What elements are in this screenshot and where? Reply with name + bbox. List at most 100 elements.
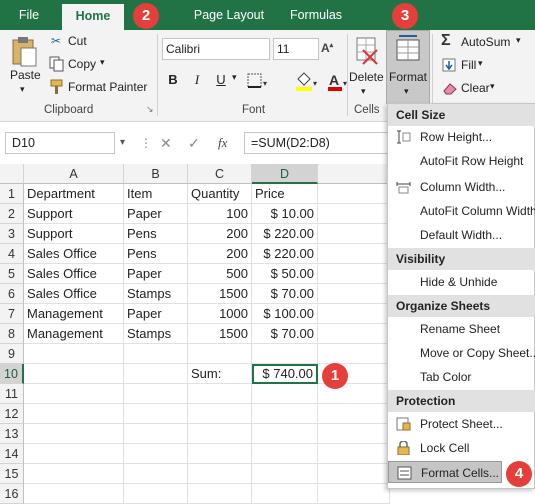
menu-item-default-width[interactable]: Default Width...	[388, 224, 535, 246]
grid-cell[interactable]	[318, 224, 390, 244]
grid-cell[interactable]	[318, 484, 390, 504]
grid-cell[interactable]	[318, 184, 390, 204]
grid-cell[interactable]: Support	[24, 224, 124, 244]
grid-cell[interactable]	[318, 284, 390, 304]
formula-input[interactable]: =SUM(D2:D8)	[244, 132, 394, 154]
row-header[interactable]: 6	[0, 284, 24, 304]
grid-cell[interactable]: $ 100.00	[252, 304, 318, 324]
grid-cell[interactable]: Sales Office	[24, 264, 124, 284]
grid-cell[interactable]	[188, 404, 252, 424]
menu-item-move-copy-sheet[interactable]: Move or Copy Sheet...	[388, 342, 535, 364]
row-header[interactable]: 7	[0, 304, 24, 324]
grid-cell[interactable]	[24, 404, 124, 424]
grid-cell[interactable]	[24, 424, 124, 444]
menu-item-lock-cell[interactable]: Lock Cell	[388, 437, 535, 459]
menu-item-rename-sheet[interactable]: Rename Sheet	[388, 318, 535, 340]
fill-color-icon[interactable]: ▾	[294, 70, 320, 92]
menu-item-autofit-row-height[interactable]: AutoFit Row Height	[388, 150, 535, 172]
grid-cell[interactable]: Department	[24, 184, 124, 204]
grid-cell[interactable]	[24, 344, 124, 364]
grid-cell[interactable]	[252, 384, 318, 404]
copy-button[interactable]: Copy	[68, 57, 96, 71]
tab-home[interactable]: Home	[62, 4, 124, 30]
column-header[interactable]: B	[124, 164, 188, 184]
grid-cell[interactable]: Stamps	[124, 284, 188, 304]
row-header[interactable]: 2	[0, 204, 24, 224]
grid-cell[interactable]: 200	[188, 244, 252, 264]
grid-cell[interactable]	[252, 484, 318, 504]
clear-dropdown-icon[interactable]: ▾	[490, 81, 495, 92]
grid-cell[interactable]	[188, 384, 252, 404]
grid-cell[interactable]	[318, 264, 390, 284]
grid-cell[interactable]	[24, 464, 124, 484]
grid-cell[interactable]: Paper	[124, 264, 188, 284]
grid-cell[interactable]: Sales Office	[24, 244, 124, 264]
grid-cell[interactable]	[318, 304, 390, 324]
grid-cell[interactable]	[24, 444, 124, 464]
row-header[interactable]: 4	[0, 244, 24, 264]
paste-button[interactable]: Paste	[10, 68, 41, 82]
grid-cell[interactable]: Stamps	[124, 324, 188, 344]
grid-cell[interactable]: 200	[188, 224, 252, 244]
grid-cell[interactable]	[124, 424, 188, 444]
column-header[interactable]: A	[24, 164, 124, 184]
row-header[interactable]: 11	[0, 384, 24, 404]
format-painter-icon[interactable]	[49, 79, 65, 95]
row-header[interactable]: 9	[0, 344, 24, 364]
grid-cell[interactable]	[252, 344, 318, 364]
row-header[interactable]: 5	[0, 264, 24, 284]
delete-button[interactable]: Delete	[349, 70, 384, 84]
grid-cell[interactable]	[318, 444, 390, 464]
fill-dropdown-icon[interactable]: ▾	[478, 58, 483, 69]
format-button[interactable]: Format	[389, 70, 427, 84]
grid-cell[interactable]	[318, 404, 390, 424]
row-header[interactable]: 14	[0, 444, 24, 464]
underline-button[interactable]: U	[210, 70, 232, 90]
grid-cell[interactable]: Support	[24, 204, 124, 224]
grid-cell[interactable]	[188, 464, 252, 484]
row-header[interactable]: 3	[0, 224, 24, 244]
copy-dropdown-icon[interactable]: ▾	[100, 57, 105, 68]
grid-cell[interactable]	[24, 484, 124, 504]
borders-icon[interactable]: ▾	[246, 72, 268, 90]
autosum-button[interactable]: AutoSum	[461, 35, 510, 49]
menu-item-autofit-column-width[interactable]: AutoFit Column Width	[388, 200, 535, 222]
grid-cell[interactable]: Management	[24, 304, 124, 324]
underline-dropdown-icon[interactable]: ▾	[232, 72, 237, 83]
grid-cell[interactable]: 500	[188, 264, 252, 284]
row-header[interactable]: 16	[0, 484, 24, 504]
menu-item-protect-sheet[interactable]: Protect Sheet...	[388, 413, 535, 435]
grid-cell[interactable]: 1500	[188, 324, 252, 344]
row-header[interactable]: 1	[0, 184, 24, 204]
grid-cell[interactable]	[318, 344, 390, 364]
grid-cell[interactable]: $ 220.00	[252, 224, 318, 244]
grid-cell[interactable]: $ 70.00	[252, 284, 318, 304]
autosum-icon[interactable]: Σ	[441, 32, 451, 50]
row-header[interactable]: 12	[0, 404, 24, 424]
grid-cell[interactable]	[318, 324, 390, 344]
grid-cell[interactable]: Paper	[124, 304, 188, 324]
menu-item-row-height[interactable]: Row Height...	[388, 126, 535, 148]
column-header[interactable]: D	[252, 164, 318, 184]
tab-file[interactable]: File	[8, 0, 50, 30]
format-cells-icon[interactable]	[395, 34, 421, 64]
column-header[interactable]: C	[188, 164, 252, 184]
format-dropdown-icon[interactable]: ▾	[404, 86, 409, 97]
grid-cell[interactable]: $ 10.00	[252, 204, 318, 224]
grid-cell[interactable]	[124, 364, 188, 384]
tab-formulas[interactable]: Formulas	[282, 0, 350, 30]
grid-cell[interactable]	[318, 464, 390, 484]
delete-dropdown-icon[interactable]: ▾	[361, 86, 366, 97]
grid-cell[interactable]: 1000	[188, 304, 252, 324]
autosum-dropdown-icon[interactable]: ▾	[516, 35, 521, 46]
grid-cell[interactable]	[124, 484, 188, 504]
grid-cell[interactable]: Pens	[124, 224, 188, 244]
fill-button[interactable]: Fill	[461, 58, 476, 72]
fill-down-icon[interactable]	[442, 58, 456, 72]
grid-cell[interactable]	[124, 384, 188, 404]
row-header[interactable]: 15	[0, 464, 24, 484]
name-box-dropdown-icon[interactable]: ▾	[120, 132, 125, 154]
select-all-corner[interactable]	[0, 164, 24, 184]
grid-cell[interactable]: Quantity	[188, 184, 252, 204]
delete-cells-icon[interactable]	[355, 36, 379, 66]
